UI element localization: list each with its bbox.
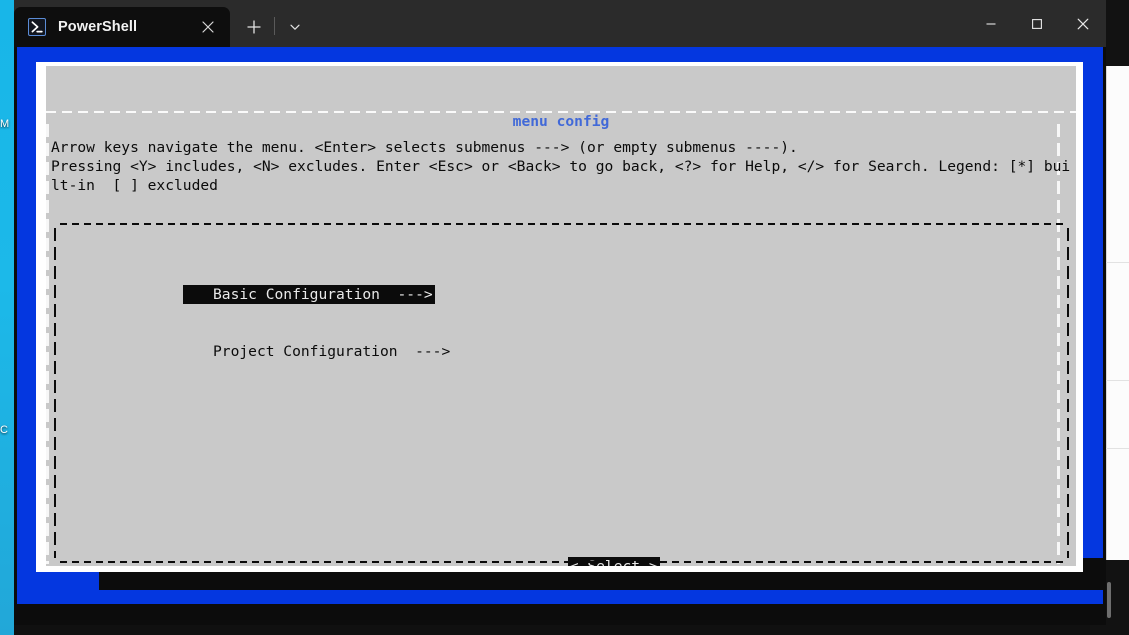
tab-strip: PowerShell (14, 0, 311, 47)
desktop-icon-label[interactable]: M (0, 118, 14, 130)
maximize-button[interactable] (1014, 0, 1060, 47)
menu-item-basic-configuration[interactable]: Basic Configuration ---> (183, 285, 435, 304)
list-border-right (1067, 228, 1069, 558)
menuconfig-inner: menu config Arrow keys navigate the menu… (46, 66, 1076, 566)
menuconfig-help-text: Arrow keys navigate the menu. <Enter> se… (51, 138, 1073, 195)
tab-close-icon[interactable] (194, 13, 222, 41)
list-item[interactable]: Project Configuration ---> (60, 323, 1064, 342)
background-window-divider (1106, 448, 1129, 449)
tab-title: PowerShell (58, 19, 194, 35)
list-top-rule (60, 223, 1064, 225)
background-window-scrollbar[interactable] (1107, 582, 1111, 618)
terminal-body[interactable]: menu config Arrow keys navigate the menu… (14, 47, 1106, 625)
desktop-background (0, 0, 14, 635)
dialog-title: menu config (46, 112, 1076, 131)
list-item[interactable]: Basic Configuration ---> (60, 266, 1064, 285)
minimize-button[interactable] (968, 0, 1014, 47)
list-border-left (54, 228, 56, 558)
powershell-icon (28, 18, 46, 36)
background-window-divider (1106, 262, 1129, 263)
dialog-frame-left (46, 124, 49, 564)
menuconfig-dialog: menu config Arrow keys navigate the menu… (36, 62, 1083, 572)
tab-dropdown-button[interactable] (279, 7, 311, 47)
screen: M C 比 白 章 诏 N (0, 0, 1129, 635)
tab-divider (274, 17, 275, 35)
background-window-divider (1106, 380, 1129, 381)
window-controls (968, 0, 1106, 47)
desktop-icon-label[interactable]: C (0, 424, 14, 436)
terminal-window: PowerShell (14, 0, 1106, 625)
tab-powershell[interactable]: PowerShell (14, 7, 230, 47)
terminal-titlebar[interactable]: PowerShell (14, 0, 1106, 47)
menu-item-project-configuration[interactable]: Project Configuration ---> (183, 343, 450, 360)
dialog-title-text: menu config (512, 113, 611, 130)
menuconfig-item-list: Basic Configuration ---> Project Configu… (60, 228, 1064, 380)
list-bottom-rule (60, 561, 1064, 563)
new-tab-button[interactable] (238, 7, 270, 47)
close-button[interactable] (1060, 0, 1106, 47)
